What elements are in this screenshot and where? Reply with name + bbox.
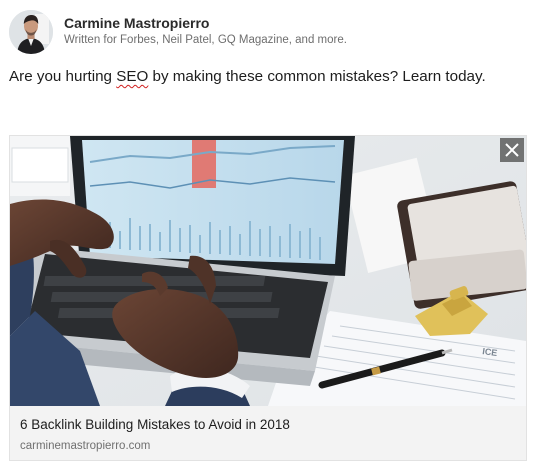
- commentary-text-before: Are you hurting: [9, 68, 117, 85]
- link-preview-card[interactable]: ICE 6 Backlink Building Mistakes to Avoi…: [9, 135, 527, 461]
- author-headline: Written for Forbes, Neil Patel, GQ Magaz…: [64, 34, 347, 46]
- commentary-text-after: by making these common mistakes? Learn t…: [148, 68, 486, 85]
- remove-preview-button[interactable]: [500, 138, 524, 162]
- author-meta: Carmine Mastropierro Written for Forbes,…: [64, 14, 347, 48]
- link-preview-info[interactable]: 6 Backlink Building Mistakes to Avoid in…: [10, 406, 526, 460]
- author-row: Carmine Mastropierro Written for Forbes,…: [9, 9, 347, 55]
- spellcheck-flagged-word[interactable]: SEO: [116, 68, 148, 85]
- post-commentary[interactable]: Are you hurting SEO by making these comm…: [9, 66, 529, 88]
- link-preview-image[interactable]: ICE: [10, 136, 526, 406]
- author-name[interactable]: Carmine Mastropierro: [64, 14, 347, 32]
- laptop-typing-photo-icon: ICE: [10, 136, 526, 406]
- link-preview-domain: carminemastropierro.com: [20, 440, 151, 452]
- avatar[interactable]: [9, 10, 53, 54]
- post-composer-preview: Carmine Mastropierro Written for Forbes,…: [0, 0, 537, 473]
- avatar-photo-icon: [9, 10, 53, 54]
- close-icon: [505, 143, 519, 157]
- link-preview-title[interactable]: 6 Backlink Building Mistakes to Avoid in…: [20, 416, 516, 434]
- svg-text:ICE: ICE: [482, 346, 498, 358]
